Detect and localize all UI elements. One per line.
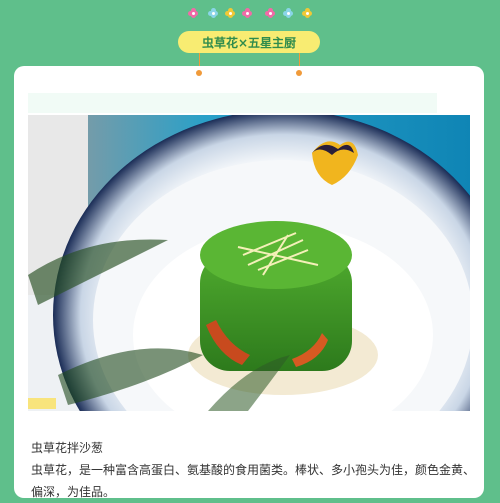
banner-pill: 虫草花×五星主厨 bbox=[178, 31, 320, 53]
flower-icon bbox=[242, 8, 252, 18]
photo-caption-marker bbox=[28, 398, 56, 409]
banner-pin-right bbox=[296, 70, 302, 76]
banner-title: 虫草花×五星主厨 bbox=[201, 35, 297, 50]
banner-pin-left bbox=[196, 70, 202, 76]
header-band bbox=[28, 93, 437, 113]
flower-icon bbox=[208, 8, 218, 18]
article-body: 虫草花，是一种富含高蛋白、氨基酸的食用菌类。棒状、多小孢头为佳，颜色金黄、偏深，… bbox=[31, 463, 476, 499]
dish-caption: 虫草花拌沙葱 bbox=[31, 441, 104, 455]
dish-photo bbox=[28, 115, 470, 411]
flower-icon bbox=[302, 8, 312, 18]
flower-icon bbox=[188, 8, 198, 18]
flower-icon bbox=[265, 8, 275, 18]
flower-icon bbox=[283, 8, 293, 18]
flower-icon bbox=[225, 8, 235, 18]
flower-decoration bbox=[0, 8, 500, 22]
